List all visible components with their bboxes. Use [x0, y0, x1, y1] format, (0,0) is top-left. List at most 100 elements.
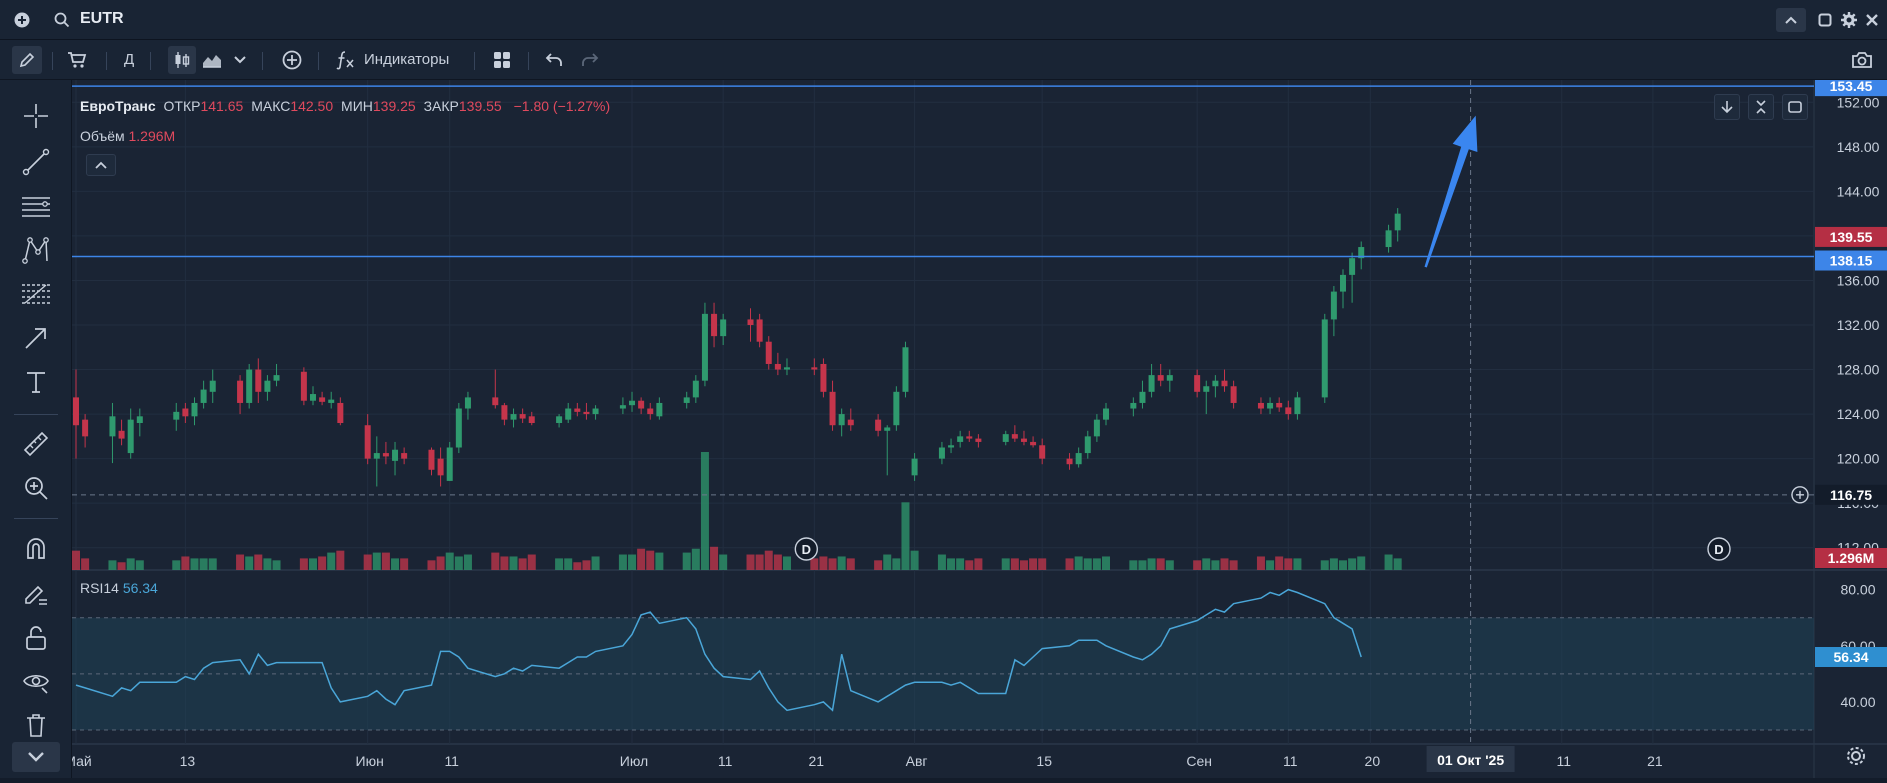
fx-icon[interactable] [336, 50, 356, 70]
price-tick-label: 144.00 [1837, 183, 1880, 199]
candle-body [884, 427, 891, 431]
gear-icon[interactable] [1839, 10, 1859, 30]
volume-bar [1338, 560, 1347, 570]
close-icon[interactable] [1862, 10, 1882, 30]
area-chart-icon[interactable] [201, 50, 223, 70]
candle-body [747, 319, 754, 325]
last-price-badge-text: 139.55 [1830, 229, 1873, 245]
candle-body [373, 453, 380, 459]
trend-line-icon[interactable] [20, 146, 52, 178]
chart-canvas[interactable]: DD 152.00148.00144.00140.00136.00132.001… [64, 76, 1887, 778]
search-icon[interactable] [52, 10, 72, 30]
pattern-icon[interactable] [20, 234, 52, 266]
chart-area[interactable]: DD 152.00148.00144.00140.00136.00132.001… [64, 76, 1887, 778]
candle-body [237, 380, 244, 403]
dividend-marker[interactable]: D [794, 537, 819, 561]
candle-body [838, 414, 845, 426]
candle-body [1276, 402, 1283, 408]
redo-icon[interactable] [580, 50, 600, 70]
volume-value: 1.296M [128, 128, 176, 144]
volume-bar [318, 556, 327, 570]
candle-body [264, 380, 271, 392]
crosshair-price-badge-text: 116.75 [1830, 487, 1872, 503]
volume-bar [181, 556, 190, 570]
candle-body [1385, 230, 1392, 248]
candle-body [1349, 258, 1356, 275]
candle-body [1257, 402, 1264, 409]
candle-body [191, 402, 198, 417]
layout-grid-icon[interactable] [492, 50, 512, 70]
undo-icon[interactable] [544, 50, 564, 70]
indicators-button[interactable]: Индикаторы [364, 51, 449, 68]
candle-body [692, 380, 699, 398]
drawing-mode-icon[interactable] [20, 578, 52, 610]
chevron-down-icon[interactable] [232, 52, 248, 68]
interval-button[interactable]: Д [124, 51, 134, 68]
candle-body [911, 458, 918, 476]
cart-icon[interactable] [66, 50, 88, 70]
candle-body [182, 408, 189, 417]
price-tick-label: 136.00 [1837, 272, 1880, 288]
arrow-tool-icon[interactable] [20, 322, 52, 354]
pane-maximize-button[interactable] [1782, 94, 1808, 120]
pane-down-button[interactable] [1714, 94, 1740, 120]
horizontal-lines-icon[interactable] [20, 190, 52, 222]
magnet-icon[interactable] [20, 532, 52, 564]
trash-icon[interactable] [20, 710, 52, 740]
volume-bar [527, 554, 536, 570]
legend-collapse-button[interactable] [86, 154, 116, 176]
candle-body [893, 391, 900, 426]
camera-icon[interactable] [1850, 49, 1874, 71]
candle-body [73, 397, 79, 426]
volume-bar [764, 550, 773, 570]
dividend-marker-label: D [1714, 542, 1723, 557]
crosshair-icon[interactable] [20, 100, 52, 132]
candle-body [948, 445, 955, 448]
price-tick-label: 148.00 [1837, 139, 1880, 155]
volume-bar [1220, 558, 1229, 570]
volume-bar [445, 552, 454, 570]
rsi-label: RSI14 [80, 580, 119, 596]
window-icon[interactable] [1816, 11, 1834, 29]
ticker-input[interactable]: EUTR [80, 10, 124, 28]
candle-body [337, 402, 344, 423]
candles-icon[interactable] [168, 46, 196, 74]
gear-icon[interactable] [1844, 744, 1868, 768]
plus-circle-icon[interactable] [12, 10, 32, 30]
rsi-tick-label: 40.00 [1840, 694, 1875, 710]
zoom-in-icon[interactable] [20, 472, 52, 504]
ruler-icon[interactable] [20, 428, 52, 460]
candle-body [501, 405, 508, 420]
compare-add-icon[interactable] [281, 49, 303, 71]
candle-body [209, 380, 216, 392]
lock-icon[interactable] [20, 622, 52, 654]
candle-body [319, 397, 326, 402]
pane-collapse-button[interactable] [1748, 94, 1774, 120]
volume-bar [327, 552, 336, 570]
candle-body [820, 363, 827, 392]
volume-bar [454, 556, 463, 570]
collapse-button[interactable] [1776, 8, 1806, 32]
pencil-icon[interactable] [12, 46, 42, 74]
candle-body [1339, 274, 1346, 292]
volume-bar [947, 558, 956, 570]
crosshair-time-badge: 01 Окт '25 [1426, 746, 1515, 772]
rsi-value: 56.34 [122, 580, 158, 596]
volume-bar [1202, 558, 1211, 570]
rsi-tick-label: 80.00 [1840, 582, 1875, 598]
candle-body [255, 369, 262, 392]
candle-body [629, 400, 636, 406]
candle-body [938, 447, 945, 459]
candle-body [1330, 291, 1337, 320]
dividend-marker[interactable]: D [1707, 537, 1731, 561]
text-tool-icon[interactable] [20, 366, 52, 398]
volume-bar [1193, 560, 1202, 570]
title-bar: EUTR [0, 0, 1887, 40]
time-tick-label: 11 [444, 753, 459, 769]
eye-icon[interactable] [20, 666, 52, 698]
fib-retracement-icon[interactable] [20, 278, 52, 310]
candle-body [455, 408, 462, 448]
chevron-down-icon[interactable] [12, 742, 60, 772]
volume-bar [892, 558, 901, 570]
time-tick-label: Июл [620, 753, 648, 769]
